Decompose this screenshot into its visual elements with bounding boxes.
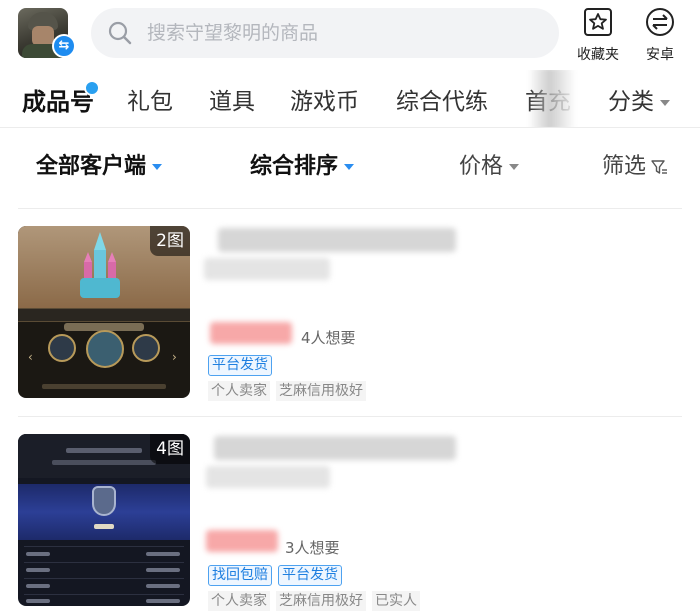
wants-count: 4人想要 [301, 329, 356, 347]
price-redacted [206, 530, 278, 552]
filter-divider [18, 208, 682, 209]
advanced-filter-button[interactable]: 筛选 [602, 148, 668, 180]
tab-game-currency[interactable]: 游戏币 [290, 82, 359, 116]
listing-subtitle-redacted [204, 258, 330, 280]
attr-credit-excellent: 芝麻信用极好 [276, 381, 366, 401]
tabs-fade-overlay [528, 70, 576, 127]
seller-attributes: 个人卖家 芝麻信用极好 已实人 [208, 590, 426, 611]
category-menu-label: 分类 [608, 89, 654, 115]
tab-gift-pack[interactable]: 礼包 [127, 82, 173, 116]
listing-title-redacted [218, 228, 456, 252]
castle-image [80, 232, 120, 298]
swap-circle-icon [646, 8, 674, 36]
advanced-filter-label: 筛选 [602, 154, 647, 179]
listing-card[interactable]: 4图 3人想要 找回包赔 平台发货 个人卖家 芝麻信用极好 已实人 [0, 434, 700, 614]
chevron-down-icon [660, 99, 670, 106]
tab-boosting[interactable]: 综合代练 [396, 82, 488, 116]
star-box-icon [584, 8, 612, 36]
tag-loss-compensation: 找回包赔 [208, 565, 272, 586]
top-header: ⇆ 收藏夹 安卓 [0, 0, 700, 68]
listing-thumbnail[interactable]: ‹ › 2图 [18, 226, 190, 398]
listing-subtitle-redacted [206, 466, 330, 488]
sort-filter[interactable]: 综合排序 [250, 148, 355, 180]
filter-bar: 全部客户端 综合排序 价格 筛选 [0, 130, 700, 198]
emblem-image [92, 486, 116, 516]
image-count-badge: 4图 [150, 434, 190, 464]
service-tags: 找回包赔 平台发货 [208, 564, 348, 586]
tab-items[interactable]: 道具 [209, 82, 255, 116]
platform-switch-button[interactable]: 安卓 [634, 6, 686, 63]
tag-platform-delivery: 平台发货 [208, 355, 272, 376]
attr-personal-seller: 个人卖家 [208, 591, 270, 611]
chevron-down-icon [509, 164, 520, 170]
tab-notification-dot [84, 80, 100, 96]
client-filter-label: 全部客户端 [36, 154, 147, 179]
listing-card[interactable]: ‹ › 2图 4人想要 平台发货 个人卖家 芝麻信用极好 [0, 226, 700, 406]
chevron-down-icon [344, 164, 355, 170]
listing-title-redacted [214, 436, 456, 460]
attr-personal-seller: 个人卖家 [208, 381, 270, 401]
price-filter[interactable]: 价格 [459, 148, 520, 180]
attr-verified-identity: 已实人 [372, 591, 420, 611]
platform-label: 安卓 [646, 47, 674, 63]
category-menu-button[interactable]: 分类 [608, 82, 670, 116]
funnel-icon [651, 160, 668, 174]
switch-game-icon[interactable]: ⇆ [52, 34, 76, 58]
category-tabs: 成品号 礼包 道具 游戏币 综合代练 首充 分类 [0, 70, 700, 128]
search-input[interactable] [147, 16, 547, 50]
service-tags: 平台发货 [208, 354, 278, 376]
listing-thumbnail[interactable]: 4图 [18, 434, 190, 606]
seller-attributes: 个人卖家 芝麻信用极好 [208, 380, 372, 401]
search-bar[interactable] [91, 8, 559, 58]
image-count-badge: 2图 [150, 226, 190, 256]
attr-credit-excellent: 芝麻信用极好 [276, 591, 366, 611]
search-icon [108, 21, 132, 45]
wants-count: 3人想要 [285, 539, 340, 557]
price-filter-label: 价格 [459, 154, 504, 179]
client-filter[interactable]: 全部客户端 [36, 148, 163, 180]
sort-filter-label: 综合排序 [250, 154, 339, 179]
chevron-down-icon [152, 164, 163, 170]
listing-divider [18, 416, 682, 417]
favorites-label: 收藏夹 [577, 47, 619, 63]
tag-platform-delivery: 平台发货 [278, 565, 342, 586]
favorites-button[interactable]: 收藏夹 [572, 6, 624, 63]
price-redacted [210, 322, 292, 344]
